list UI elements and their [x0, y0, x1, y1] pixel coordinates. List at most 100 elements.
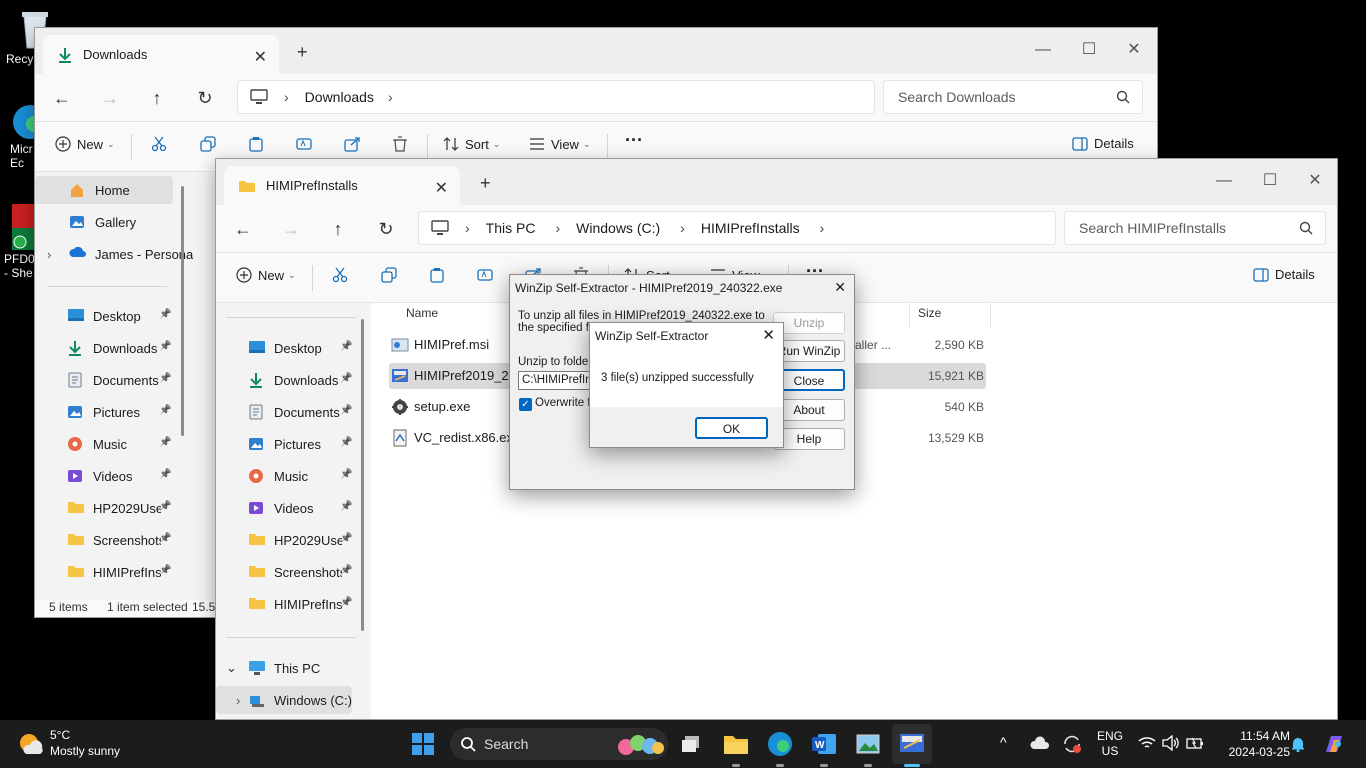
chevron-right-icon[interactable]: ›: [680, 220, 685, 236]
sidebar-item-quick-access[interactable]: Downloads: [35, 334, 175, 362]
paste-icon[interactable]: [248, 136, 264, 152]
sidebar-item-quick-access[interactable]: Downloads: [216, 366, 356, 394]
sidebar-item-windows-c[interactable]: › Windows (C:): [216, 686, 352, 714]
copy-icon[interactable]: [381, 267, 397, 283]
tab-downloads[interactable]: Downloads ✕: [43, 35, 279, 74]
sidebar-item-quick-access[interactable]: Screenshots: [35, 526, 175, 554]
minimize-icon[interactable]: —: [1209, 169, 1239, 193]
sidebar-item-home[interactable]: Home: [35, 176, 173, 204]
chevron-right-icon[interactable]: ›: [47, 247, 69, 262]
overwrite-checkbox[interactable]: ✓: [519, 398, 532, 411]
address-bar[interactable]: › This PC › Windows (C:) › HIMIPrefInsta…: [418, 211, 1056, 245]
tab-himiprefinstalls[interactable]: HIMIPrefInstalls ✕: [224, 166, 460, 205]
copy-icon[interactable]: [200, 136, 216, 152]
sidebar-item-quick-access[interactable]: Music: [35, 430, 175, 458]
onedrive-tray-icon[interactable]: [1030, 736, 1050, 750]
back-icon[interactable]: ←: [50, 86, 74, 110]
file-explorer-icon[interactable]: [720, 728, 752, 760]
sidebar-item-quick-access[interactable]: Documents: [35, 366, 175, 394]
chevron-up-icon[interactable]: ^: [1000, 734, 1007, 750]
clock[interactable]: 11:54 AM 2024-03-25: [1214, 728, 1290, 760]
sidebar-item-gallery[interactable]: Gallery: [35, 208, 136, 236]
start-icon[interactable]: [407, 728, 439, 760]
scrollbar[interactable]: [361, 319, 364, 631]
up-icon[interactable]: ↑: [326, 217, 350, 241]
search-input[interactable]: Search HIMIPrefInstalls: [1064, 211, 1326, 245]
refresh-icon[interactable]: ↻: [374, 217, 398, 241]
forward-icon[interactable]: →: [279, 217, 303, 241]
column-header-name[interactable]: Name: [406, 306, 438, 320]
sidebar-item-this-pc[interactable]: ⌄ This PC: [216, 654, 320, 682]
sidebar-item-quick-access[interactable]: Desktop: [35, 302, 175, 330]
close-tab-icon[interactable]: ✕: [254, 47, 267, 67]
ok-button[interactable]: OK: [695, 417, 768, 439]
word-icon[interactable]: W: [808, 728, 840, 760]
sidebar-item-quick-access[interactable]: HP2029UserD: [35, 494, 175, 522]
more-options-icon[interactable]: ···: [625, 130, 643, 151]
chevron-right-icon[interactable]: ›: [388, 89, 393, 105]
close-icon[interactable]: ✕: [762, 326, 775, 344]
new-button[interactable]: New ⌄: [236, 267, 296, 283]
close-icon[interactable]: ✕: [1300, 169, 1330, 193]
new-button[interactable]: New ⌄: [55, 136, 115, 152]
breadcrumb-item[interactable]: HIMIPrefInstalls: [701, 220, 800, 236]
sidebar-item-quick-access[interactable]: Videos: [216, 494, 356, 522]
chevron-down-icon[interactable]: ⌄: [226, 660, 248, 676]
chevron-right-icon[interactable]: ›: [820, 220, 825, 236]
breadcrumb-item[interactable]: Windows (C:): [576, 220, 660, 236]
rename-icon[interactable]: [477, 267, 493, 283]
share-icon[interactable]: [344, 136, 360, 152]
unzip-to-field[interactable]: C:\HIMIPrefIns: [518, 371, 598, 390]
sync-icon[interactable]: [1062, 734, 1082, 754]
sidebar-item-quick-access[interactable]: Desktop: [216, 334, 356, 362]
volume-icon[interactable]: [1162, 735, 1180, 751]
wifi-icon[interactable]: [1138, 736, 1156, 750]
sidebar-item-quick-access[interactable]: HIMIPrefInsta: [35, 558, 175, 586]
rename-icon[interactable]: [296, 136, 312, 152]
close-tab-icon[interactable]: ✕: [435, 178, 448, 198]
breadcrumb-item[interactable]: Downloads: [305, 89, 374, 105]
task-view-icon[interactable]: [676, 728, 708, 760]
scrollbar[interactable]: [181, 186, 184, 436]
details-button[interactable]: Details: [1253, 267, 1315, 282]
view-button[interactable]: View ⌄: [529, 136, 591, 152]
delete-icon[interactable]: [392, 136, 408, 152]
breadcrumb-item[interactable]: This PC: [486, 220, 536, 236]
battery-icon[interactable]: [1186, 736, 1204, 750]
forward-icon[interactable]: →: [98, 86, 122, 110]
maximize-icon[interactable]: ☐: [1255, 169, 1285, 193]
paste-icon[interactable]: [429, 267, 445, 283]
up-icon[interactable]: ↑: [145, 86, 169, 110]
close-icon[interactable]: ✕: [834, 279, 846, 296]
sidebar-item-quick-access[interactable]: Music: [216, 462, 356, 490]
cut-icon[interactable]: [151, 136, 167, 152]
winzip-icon[interactable]: [892, 724, 932, 764]
maximize-icon[interactable]: ☐: [1074, 38, 1104, 62]
cut-icon[interactable]: [332, 267, 348, 283]
chevron-right-icon[interactable]: ›: [236, 693, 248, 708]
new-tab-icon[interactable]: +: [480, 173, 491, 194]
sidebar-item-quick-access[interactable]: Videos: [35, 462, 175, 490]
close-icon[interactable]: ✕: [1119, 38, 1149, 62]
notification-bell-icon[interactable]: [1290, 736, 1306, 752]
language-indicator[interactable]: ENG US: [1094, 729, 1126, 759]
edge-icon[interactable]: [764, 728, 796, 760]
sidebar-item-quick-access[interactable]: HP2029UserD: [216, 526, 356, 554]
sidebar-item-quick-access[interactable]: Documents: [216, 398, 356, 426]
sidebar-item-quick-access[interactable]: Screenshots: [216, 558, 356, 586]
search-input[interactable]: Search Downloads: [883, 80, 1143, 114]
new-tab-icon[interactable]: +: [297, 42, 308, 63]
sidebar-item-onedrive[interactable]: › James - Persona: [35, 240, 193, 268]
weather-widget[interactable]: 5°C Mostly sunny: [18, 728, 138, 760]
minimize-icon[interactable]: —: [1028, 38, 1058, 62]
sidebar-item-quick-access[interactable]: HIMIPrefInsta: [216, 590, 356, 618]
details-button[interactable]: Details: [1072, 136, 1134, 151]
address-bar[interactable]: › Downloads ›: [237, 80, 875, 114]
image-viewer-icon[interactable]: [852, 728, 884, 760]
sidebar-item-quick-access[interactable]: Pictures: [35, 398, 175, 426]
sort-button[interactable]: Sort ⌄: [443, 136, 500, 152]
taskbar-search[interactable]: Search: [450, 728, 668, 760]
back-icon[interactable]: ←: [231, 217, 255, 241]
chevron-right-icon[interactable]: ›: [555, 220, 560, 236]
sidebar-item-quick-access[interactable]: Pictures: [216, 430, 356, 458]
